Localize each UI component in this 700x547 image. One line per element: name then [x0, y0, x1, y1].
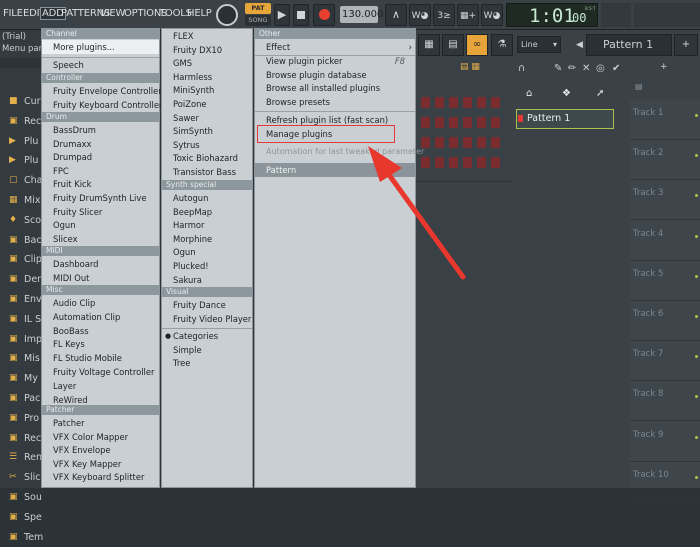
- browser-folder-label: Spe: [24, 511, 42, 523]
- browser-folder-label: Tem: [24, 531, 44, 543]
- browser-folder-item[interactable]: ▣ Sou: [0, 491, 42, 507]
- annotation-arrow-icon: [368, 146, 466, 280]
- folder-icon: ▣: [9, 511, 18, 522]
- browser-folder-item[interactable]: ▣ Tem: [0, 531, 44, 547]
- browser-folder-label: Sou: [24, 492, 42, 503]
- folder-icon: ▣: [9, 531, 18, 542]
- folder-icon: ▣: [9, 492, 18, 502]
- browser-folder-item[interactable]: ▣ Spe: [0, 511, 42, 527]
